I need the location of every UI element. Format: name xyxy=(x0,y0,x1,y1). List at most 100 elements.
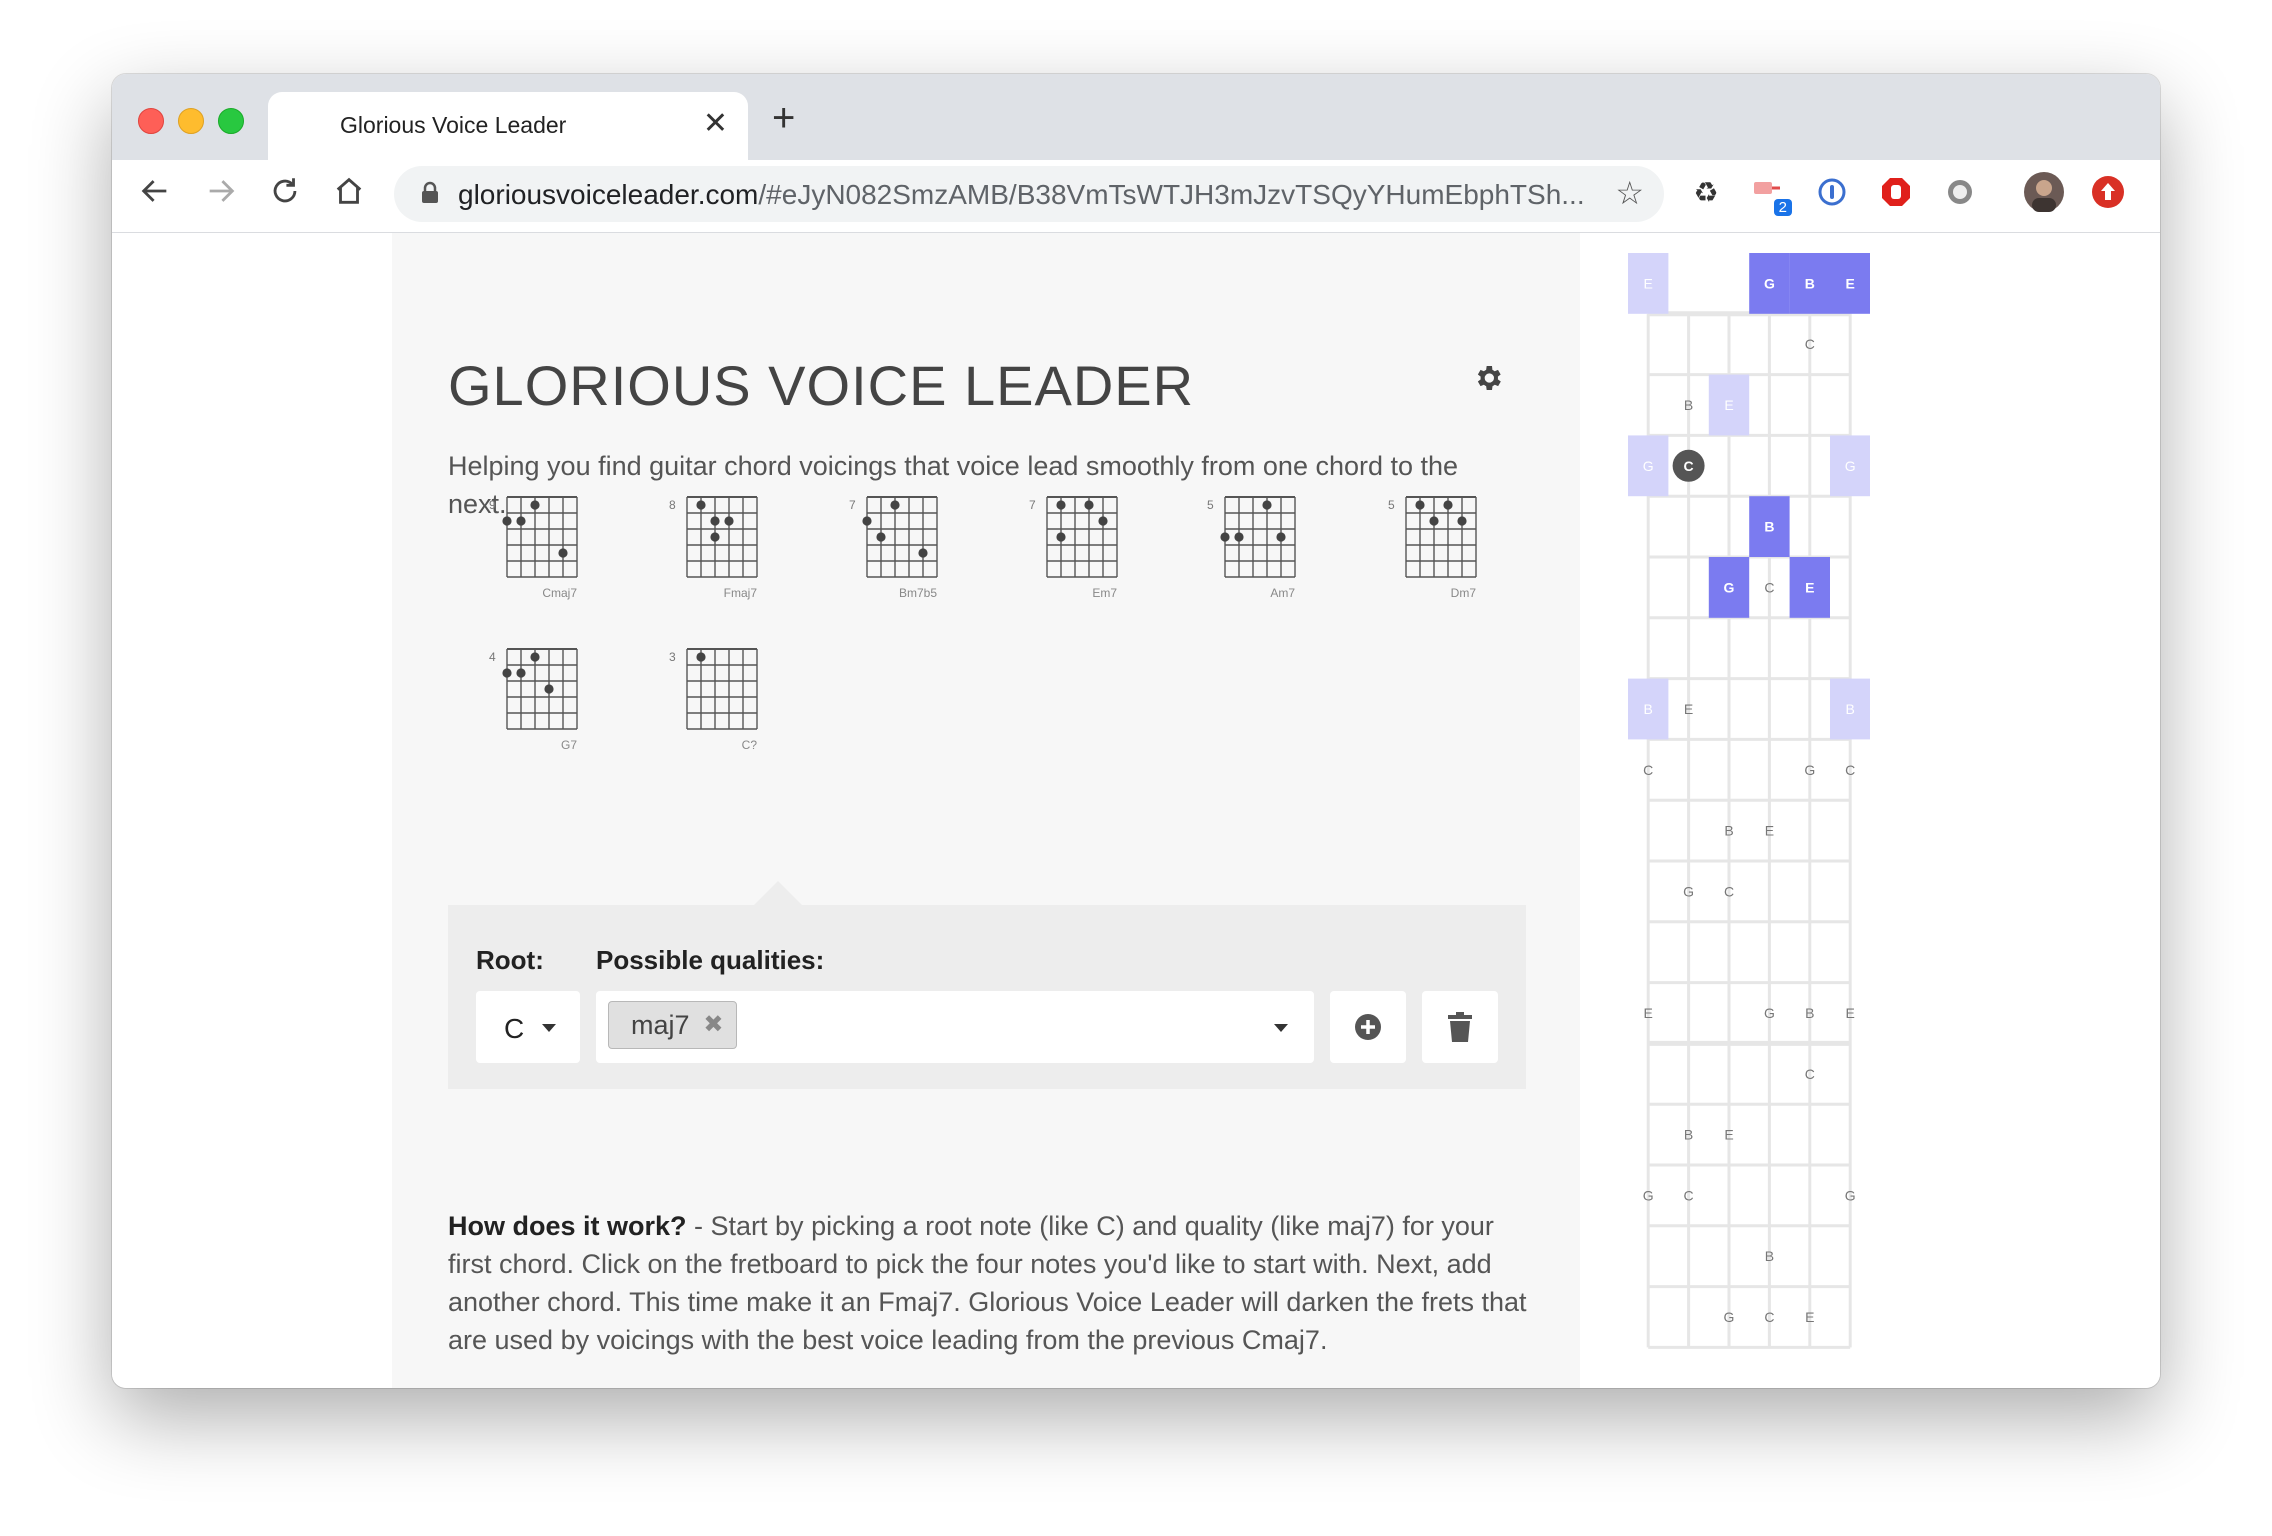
quality-chip-label: maj7 xyxy=(631,1010,690,1040)
chevron-down-icon[interactable] xyxy=(1274,1024,1288,1032)
chord-dot xyxy=(558,548,568,558)
fretboard-svg[interactable]: E G B E C B E G C G B G C E B E B C G C B E G C E G B E C B E G C G B G C E xyxy=(1600,253,1871,1373)
recycle-extension-icon[interactable]: ♻ xyxy=(1686,172,1726,212)
chord-name: Fmaj7 xyxy=(724,586,758,600)
chord-dot xyxy=(1084,500,1094,510)
fret-note[interactable]: G xyxy=(1724,579,1735,595)
fret-note[interactable]: C xyxy=(1805,336,1815,352)
fret-note[interactable]: C xyxy=(1845,762,1855,778)
forward-arrow-icon[interactable] xyxy=(204,174,238,216)
fret-note[interactable]: G xyxy=(1845,1187,1856,1203)
back-arrow-icon[interactable] xyxy=(138,174,172,216)
password-manager-icon[interactable] xyxy=(1812,172,1852,212)
fret-note[interactable]: B xyxy=(1644,701,1653,717)
fret-note[interactable]: G xyxy=(1764,275,1775,291)
lock-icon xyxy=(420,181,440,211)
page-title: GLORIOUS VOICE LEADER xyxy=(448,354,1195,417)
chord-fret-number: 3 xyxy=(669,650,676,664)
fret-note[interactable]: B xyxy=(1684,397,1693,413)
fret-note[interactable]: E xyxy=(1805,1309,1814,1325)
chord-dot xyxy=(1220,532,1230,542)
browser-window: Glorious Voice Leader ✕ + gloriousvoicel… xyxy=(112,74,2160,1388)
maximize-window-button[interactable] xyxy=(218,108,244,134)
circle-extension-icon[interactable] xyxy=(1940,172,1980,212)
fret-note[interactable]: B xyxy=(1805,1005,1814,1021)
screen-share-extension-icon[interactable]: 2 xyxy=(1748,172,1792,216)
fret-note[interactable]: C xyxy=(1764,579,1774,595)
fret-note[interactable]: E xyxy=(1846,275,1855,291)
qualities-select[interactable]: maj7 ✖ xyxy=(596,991,1314,1063)
browser-toolbar: gloriousvoiceleader.com/#eJyN082SmzAMB/B… xyxy=(112,160,2160,233)
chord-diagram-C?[interactable]: 3 C? xyxy=(667,643,777,769)
fret-note[interactable]: G xyxy=(1683,883,1694,899)
bookmark-star-icon[interactable]: ☆ xyxy=(1615,174,1644,212)
chord-editor-panel: Root: Possible qualities: C maj7 ✖ xyxy=(448,881,1526,1089)
fret-note[interactable]: C xyxy=(1684,458,1694,474)
chord-diagram-Fmaj7[interactable]: 8 Fmaj7 xyxy=(667,491,777,617)
fret-note[interactable]: E xyxy=(1805,579,1814,595)
chord-diagram-Em7[interactable]: 7 Em7 xyxy=(1027,491,1137,617)
close-window-button[interactable] xyxy=(138,108,164,134)
fret-note[interactable]: G xyxy=(1643,1187,1654,1203)
fret-note[interactable]: E xyxy=(1765,823,1774,839)
fret-note[interactable]: G xyxy=(1804,762,1815,778)
reload-icon[interactable] xyxy=(268,174,302,216)
fret-note[interactable]: G xyxy=(1643,458,1654,474)
chord-diagram-G7[interactable]: 4 G7 xyxy=(487,643,597,769)
fret-note[interactable]: B xyxy=(1764,519,1774,535)
fret-note[interactable]: E xyxy=(1724,397,1733,413)
chord-diagram-Am7[interactable]: 5 Am7 xyxy=(1205,491,1315,617)
chord-name: Dm7 xyxy=(1451,586,1477,600)
home-icon[interactable] xyxy=(332,174,366,216)
chord-diagram-Bm7b5[interactable]: 7 Bm7b5 xyxy=(847,491,957,617)
chord-dot xyxy=(710,532,720,542)
fret-note[interactable]: C xyxy=(1764,1309,1774,1325)
browser-tab[interactable]: Glorious Voice Leader ✕ xyxy=(268,92,748,160)
fret-note[interactable]: G xyxy=(1845,458,1856,474)
fret-note[interactable]: E xyxy=(1684,701,1693,717)
fret-note[interactable]: B xyxy=(1724,823,1733,839)
chord-dot xyxy=(502,516,512,526)
fret-note[interactable]: C xyxy=(1805,1066,1815,1082)
add-chord-button[interactable] xyxy=(1330,991,1406,1063)
chord-dot xyxy=(1429,516,1439,526)
chord-diagram-Cmaj7[interactable]: 9 Cmaj7 xyxy=(487,491,597,617)
chord-dot xyxy=(1262,500,1272,510)
profile-avatar[interactable] xyxy=(2024,172,2064,212)
remove-chip-icon[interactable]: ✖ xyxy=(703,1002,723,1048)
how-heading: How does it work? xyxy=(448,1211,687,1241)
chord-diagram-Dm7[interactable]: 5 Dm7 xyxy=(1386,491,1496,617)
fret-note[interactable]: B xyxy=(1805,275,1815,291)
fret-note[interactable]: G xyxy=(1724,1309,1735,1325)
quality-chip[interactable]: maj7 ✖ xyxy=(608,1001,737,1049)
fret-note[interactable]: E xyxy=(1644,275,1653,291)
fret-note[interactable]: E xyxy=(1724,1127,1733,1143)
tab-strip: Glorious Voice Leader ✕ + xyxy=(112,74,2160,160)
fret-note[interactable]: B xyxy=(1846,701,1855,717)
root-select[interactable]: C xyxy=(476,991,580,1063)
fret-note[interactable]: G xyxy=(1764,1005,1775,1021)
address-bar[interactable]: gloriousvoiceleader.com/#eJyN082SmzAMB/B… xyxy=(394,166,1664,222)
fret-note[interactable]: C xyxy=(1684,1187,1694,1203)
fret-note[interactable]: C xyxy=(1724,883,1734,899)
update-icon[interactable] xyxy=(2088,172,2128,212)
chord-dot xyxy=(710,516,720,526)
fret-note[interactable]: B xyxy=(1765,1248,1774,1264)
fret-note[interactable]: B xyxy=(1684,1127,1693,1143)
fret-note[interactable]: E xyxy=(1846,1005,1855,1021)
gear-icon[interactable] xyxy=(1472,361,1504,403)
fret-note[interactable]: E xyxy=(1644,1005,1653,1021)
delete-chord-button[interactable] xyxy=(1422,991,1498,1063)
chord-name: Am7 xyxy=(1270,586,1295,600)
plus-circle-icon xyxy=(1355,1014,1381,1040)
chord-fret-number: 9 xyxy=(489,498,496,512)
minimize-window-button[interactable] xyxy=(178,108,204,134)
adblock-icon[interactable] xyxy=(1876,172,1916,212)
page-subtitle: Helping you find guitar chord voicings t… xyxy=(448,451,1459,519)
chord-dot xyxy=(1457,516,1467,526)
fret-note[interactable]: C xyxy=(1643,762,1653,778)
fretboard[interactable]: E G B E C B E G C G B G C E B E B C G C B E G C E G B E C B E G C G B G C E xyxy=(1600,253,1871,1373)
new-tab-button[interactable]: + xyxy=(772,96,795,141)
tab-close-icon[interactable]: ✕ xyxy=(703,106,728,141)
chord-dot xyxy=(1234,532,1244,542)
